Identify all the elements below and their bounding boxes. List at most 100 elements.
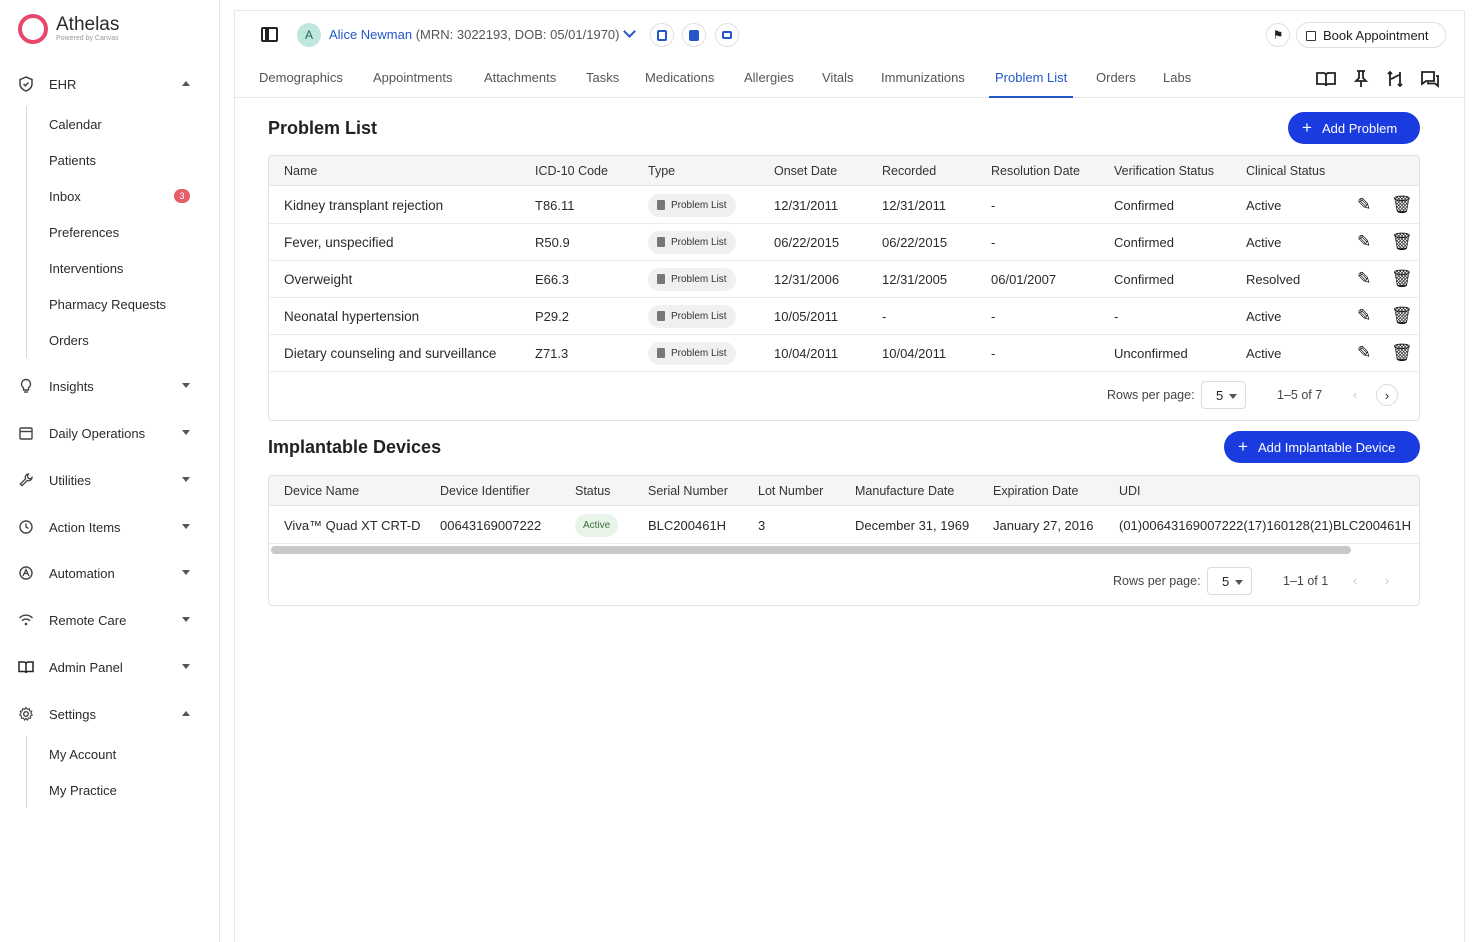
sidebar-item-my-practice[interactable]: My Practice: [27, 772, 207, 808]
column-header[interactable]: Recorded: [882, 164, 936, 178]
nav-group-settings[interactable]: Settings: [0, 699, 220, 729]
sidebar-item-calendar[interactable]: Calendar: [27, 106, 207, 142]
tab-problem-list[interactable]: Problem List: [989, 70, 1074, 98]
column-header[interactable]: ICD-10 Code: [535, 164, 608, 178]
problem-name: Dietary counseling and surveillance: [284, 346, 497, 361]
column-header[interactable]: Device Name: [284, 484, 359, 498]
tab-immunizations[interactable]: Immunizations: [881, 70, 965, 98]
sidebar-item-patients[interactable]: Patients: [27, 142, 207, 178]
column-header[interactable]: Clinical Status: [1246, 164, 1325, 178]
table-row[interactable]: Overweight E66.3 Problem List 12/31/2006…: [269, 261, 1419, 298]
tab-labs[interactable]: Labs: [1163, 70, 1191, 98]
column-header[interactable]: Expiration Date: [993, 484, 1078, 498]
book-icon[interactable]: [1316, 69, 1336, 89]
edit-icon[interactable]: ✎: [1357, 344, 1371, 362]
table-row[interactable]: Fever, unspecified R50.9 Problem List 06…: [269, 224, 1419, 261]
edit-icon[interactable]: ✎: [1357, 270, 1371, 288]
chat-icon[interactable]: [1420, 69, 1440, 89]
implantable-devices-title: Implantable Devices: [268, 437, 442, 457]
next-page-button[interactable]: ›: [1376, 570, 1398, 592]
column-header[interactable]: Lot Number: [758, 484, 823, 498]
table-row[interactable]: Dietary counseling and surveillance Z71.…: [269, 335, 1419, 372]
tab-vitals[interactable]: Vitals: [822, 70, 854, 98]
next-page-button[interactable]: ›: [1376, 384, 1398, 406]
column-header[interactable]: UDI: [1119, 484, 1141, 498]
tab-medications[interactable]: Medications: [645, 70, 714, 98]
chevron-down-icon[interactable]: [623, 25, 636, 38]
patient-identity[interactable]: Alice Newman (MRN: 3022193, DOB: 05/01/1…: [329, 27, 619, 42]
rows-per-page-value: 5: [1222, 574, 1230, 589]
column-header[interactable]: Onset Date: [774, 164, 837, 178]
sidebar-item-my-account[interactable]: My Account: [27, 736, 207, 772]
resolution-date: -: [991, 235, 996, 250]
edit-icon[interactable]: ✎: [1357, 233, 1371, 251]
compare-icon[interactable]: [1385, 69, 1405, 89]
clipboard-icon: [657, 274, 665, 284]
nav-group-action-items[interactable]: Action Items: [0, 512, 220, 542]
type-label: Problem List: [671, 237, 727, 248]
pin-icon[interactable]: [1351, 69, 1371, 89]
delete-icon[interactable]: 🗑: [1391, 307, 1413, 325]
tab-attachments[interactable]: Attachments: [484, 70, 556, 98]
column-header[interactable]: Resolution Date: [991, 164, 1080, 178]
add-problem-button[interactable]: + Add Problem: [1288, 112, 1420, 144]
nav-group-remote-care[interactable]: Remote Care: [0, 605, 220, 635]
nav-group-insights[interactable]: Insights: [0, 371, 220, 401]
wifi-icon: [18, 614, 34, 626]
problem-name: Overweight: [284, 272, 353, 287]
table-row[interactable]: Viva™ Quad XT CRT-D 00643169007222 Activ…: [269, 507, 1419, 544]
tab-allergies[interactable]: Allergies: [744, 70, 794, 98]
column-header[interactable]: Serial Number: [648, 484, 728, 498]
nav-group-ehr[interactable]: EHR: [0, 69, 220, 99]
table-row[interactable]: Neonatal hypertension P29.2 Problem List…: [269, 298, 1419, 335]
edit-icon[interactable]: ✎: [1357, 196, 1371, 214]
nav-group-label: Admin Panel: [49, 659, 123, 675]
sidebar-item-preferences[interactable]: Preferences: [27, 214, 207, 250]
tab-demographics[interactable]: Demographics: [259, 70, 343, 98]
horizontal-scrollbar[interactable]: [271, 546, 1351, 554]
nav-group-daily-operations[interactable]: Daily Operations: [0, 418, 220, 448]
column-header[interactable]: Type: [648, 164, 675, 178]
sidebar-item-orders[interactable]: Orders: [27, 322, 207, 358]
sidebar-item-inbox[interactable]: Inbox 3: [27, 178, 207, 214]
book-appointment-button[interactable]: Book Appointment: [1296, 22, 1446, 48]
app-tagline: Powered by Canvas: [56, 35, 119, 42]
rows-per-page-select[interactable]: 5: [1207, 567, 1252, 595]
sidebar-toggle-icon[interactable]: [261, 27, 278, 42]
page-range: 1–5 of 7: [1277, 388, 1323, 402]
prev-page-button[interactable]: ‹: [1344, 384, 1366, 406]
rows-per-page-select[interactable]: 5: [1201, 381, 1246, 409]
tab-tasks[interactable]: Tasks: [586, 70, 619, 98]
add-implantable-device-button[interactable]: + Add Implantable Device: [1224, 431, 1420, 463]
tab-appointments[interactable]: Appointments: [373, 70, 453, 98]
type-chip: Problem List: [648, 305, 736, 328]
nav-group-automation[interactable]: Automation: [0, 558, 220, 588]
prev-page-button[interactable]: ‹: [1344, 570, 1366, 592]
devices-pagination: Rows per page: 5 1–1 of 1 ‹ ›: [269, 558, 1419, 605]
problem-name: Fever, unspecified: [284, 235, 394, 250]
verification-status: -: [1114, 309, 1119, 324]
column-header[interactable]: Verification Status: [1114, 164, 1214, 178]
delete-icon[interactable]: 🗑: [1391, 344, 1413, 362]
column-header[interactable]: Device Identifier: [440, 484, 530, 498]
copy-button[interactable]: [650, 23, 674, 47]
nav-group-admin-panel[interactable]: Admin Panel: [0, 652, 220, 682]
column-header[interactable]: Manufacture Date: [855, 484, 954, 498]
delete-icon[interactable]: 🗑: [1391, 233, 1413, 251]
column-header[interactable]: Name: [284, 164, 317, 178]
delete-icon[interactable]: 🗑: [1391, 196, 1413, 214]
sidebar-item-interventions[interactable]: Interventions: [27, 250, 207, 286]
flag-button[interactable]: ⚑: [1266, 23, 1290, 47]
wallet-icon: [689, 29, 699, 41]
athelas-logo[interactable]: Athelas Powered by Canvas: [18, 14, 119, 44]
column-header[interactable]: Status: [575, 484, 610, 498]
table-row[interactable]: Kidney transplant rejection T86.11 Probl…: [269, 187, 1419, 224]
print-button[interactable]: [715, 23, 739, 47]
tab-orders[interactable]: Orders: [1096, 70, 1136, 98]
expiration-date: January 27, 2016: [993, 518, 1094, 533]
edit-icon[interactable]: ✎: [1357, 307, 1371, 325]
wallet-button[interactable]: [682, 23, 706, 47]
sidebar-item-pharmacy-requests[interactable]: Pharmacy Requests: [27, 286, 207, 322]
delete-icon[interactable]: 🗑: [1391, 270, 1413, 288]
nav-group-utilities[interactable]: Utilities: [0, 465, 220, 495]
